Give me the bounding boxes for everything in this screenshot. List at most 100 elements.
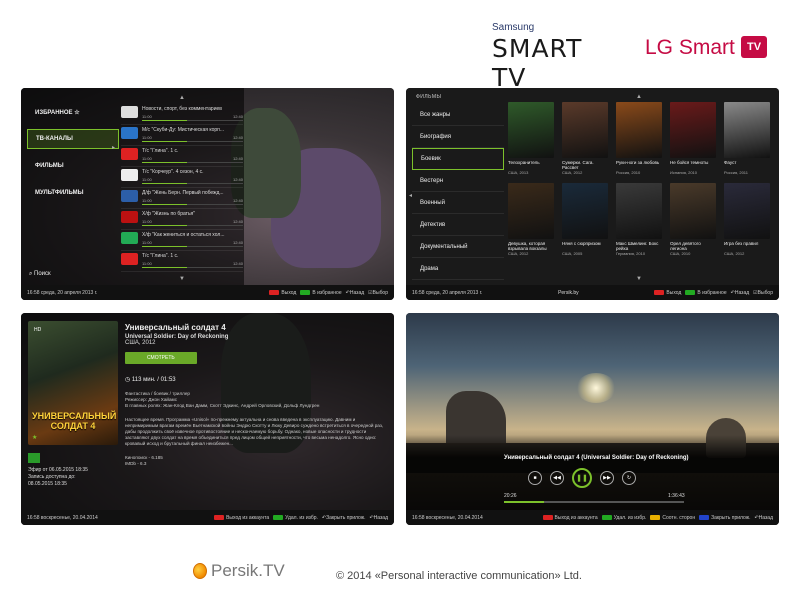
channel-info: Т/с "Глина". 1 с. 11:00 12:40 (142, 253, 243, 268)
channel-row[interactable]: Т/с "Глина". 1 с. 11:00 12:40 (121, 146, 243, 167)
movie-poster-card[interactable]: Макс Шмелинг. Бокс рейха Германия, 2010 (616, 183, 662, 256)
scroll-up-icon[interactable]: ▲ (179, 95, 185, 101)
hd-badge: HD (34, 327, 42, 333)
hint-select[interactable]: ☑ Выбор (368, 290, 388, 296)
genre-item[interactable]: Детектив (412, 214, 504, 236)
hint-back[interactable]: ↶ Назад (731, 290, 750, 296)
genre-item[interactable]: Биография (412, 126, 504, 148)
red-key-icon (654, 290, 665, 295)
stop-icon[interactable]: ■ (528, 471, 542, 485)
hint-back[interactable]: ↶ Назад (346, 290, 365, 296)
video-sun (576, 373, 616, 403)
hint-close-app[interactable]: ↶ Закрыть прилож. (322, 515, 366, 521)
lg-smart-tv-logo: LG Smart TV (645, 34, 775, 64)
program-progress (142, 246, 243, 247)
rewind-icon[interactable]: ◀◀ (550, 471, 564, 485)
program-times: 11:00 12:40 (142, 135, 243, 140)
channel-row[interactable]: Д/ф "Жень Берн. Первый побежд... 11:00 12:… (121, 188, 243, 209)
samsung-smart-tv-logo: Samsung SMART TV (492, 22, 612, 92)
movie-poster-card[interactable]: Не бойся темноты Испания, 2010 (670, 102, 716, 175)
search-button[interactable]: ⌕ Поиск (29, 271, 51, 278)
channel-row[interactable]: Новости, спорт, без комментариев 11:00 12:… (121, 104, 243, 125)
hint-remove-favorite[interactable]: Удал. из избр. (273, 515, 318, 521)
channel-row[interactable]: Т/с "Глина". 1 с. 11:00 12:40 (121, 251, 243, 272)
movie-poster-card[interactable]: Няня с сюрпризом США, 2005 (562, 183, 608, 256)
scroll-up-icon[interactable]: ▲ (636, 94, 642, 100)
movie-poster-card[interactable]: Сумерки. Сага. Рассвет США, 2012 (562, 102, 608, 175)
poster-title: Макс Шмелинг. Бокс рейха (616, 241, 659, 251)
watch-button[interactable]: СМОТРЕТЬ (125, 352, 197, 364)
green-key-icon (273, 515, 284, 520)
chevron-left-icon[interactable]: ◂ (409, 192, 412, 199)
program-progress-fill (142, 225, 188, 226)
poster-meta: США, 2013 (508, 170, 529, 175)
genre-item[interactable]: Военный (412, 192, 504, 214)
genre-item[interactable]: Драма (412, 258, 504, 280)
start-time: 11:00 (142, 156, 152, 161)
channel-logo-icon (121, 253, 138, 265)
hint-back[interactable]: ↶ Назад (369, 515, 388, 521)
channel-logo-icon (121, 211, 138, 223)
hint-favorite[interactable]: В избранное (300, 290, 342, 296)
tv-icon (28, 453, 40, 463)
movie-poster-card[interactable]: Телохранитель США, 2013 (508, 102, 554, 175)
samsung-label: Samsung (492, 22, 535, 33)
program-progress-fill (142, 267, 188, 268)
hint-favorite[interactable]: В избранное (685, 290, 727, 296)
channel-row[interactable]: Х/ф "Жизнь по братья" 11:00 12:40 (121, 209, 243, 230)
movie-poster-card[interactable]: Девушка, которая взрывала вокзалы США, 20… (508, 183, 554, 256)
cast: В главных ролях: Жан-Клод Ван Дамм, Скот… (125, 403, 320, 408)
pause-icon[interactable]: ❚❚ (572, 468, 592, 488)
start-time: 11:00 (142, 198, 152, 203)
hint-remove-favorite[interactable]: Удал. из избр. (601, 515, 646, 521)
genre-item[interactable]: Все жанры (412, 104, 504, 126)
end-time: 12:40 (232, 114, 243, 119)
movie-poster-card[interactable]: Руки-ноги за любовь Россия, 2010 (616, 102, 662, 175)
hint-logout[interactable]: Выход из аккаунта (214, 515, 269, 521)
red-key-icon (214, 515, 225, 520)
hint-logout[interactable]: Выход из аккаунта (542, 515, 598, 521)
hint-aspect-ratio[interactable]: Соотн. сторон (650, 515, 695, 521)
movie-poster-card[interactable]: Орел девятого легиона США, 2010 (670, 183, 716, 256)
channel-row[interactable]: М/с "Скуби-Ду: Мистическая корп... 11:00 1… (121, 125, 243, 146)
program-progress-fill (142, 204, 188, 205)
hint-exit[interactable]: Выход (269, 290, 296, 296)
menu-item-cartoons[interactable]: МУЛЬТФИЛЬМЫ (27, 183, 119, 203)
poster-image (562, 102, 608, 158)
progress-fill (504, 501, 544, 503)
channel-row[interactable]: Т/с "Корчеур". 4 сезон, 4 с. 11:00 12:40 (121, 167, 243, 188)
genre-item[interactable]: Вестерн (412, 170, 504, 192)
end-time: 12:40 (232, 198, 243, 203)
program-progress-fill (142, 183, 188, 184)
yellow-key-icon (650, 515, 661, 520)
menu-item-favorites[interactable]: ИЗБРАННОЕ ☆ (27, 102, 119, 122)
scroll-down-icon[interactable]: ▼ (179, 276, 185, 282)
hint-exit[interactable]: Выход (654, 290, 681, 296)
program-title: Новости, спорт, без комментариев (142, 106, 222, 112)
channel-info: Х/ф "Как жениться и остаться хол... 11:00… (142, 232, 243, 247)
scroll-down-icon[interactable]: ▼ (636, 276, 642, 282)
program-progress-fill (142, 120, 188, 121)
genre-item[interactable]: Боевик (412, 148, 504, 170)
channel-logo-icon (121, 169, 138, 181)
now-playing-title: Универсальный солдат 4 (Universal Soldie… (504, 455, 689, 461)
hint-select[interactable]: ☑ Выбор (753, 290, 773, 296)
fast-forward-icon[interactable]: ▶▶ (600, 471, 614, 485)
program-progress (142, 183, 243, 184)
poster-title: Не бойся темноты (670, 160, 709, 165)
hint-close-app[interactable]: Закрыть прилож. (699, 515, 750, 521)
genre-item[interactable]: Документальный (412, 236, 504, 258)
channel-list: Новости, спорт, без комментариев 11:00 12:… (121, 104, 243, 272)
menu-item-tv-channels[interactable]: ТВ-КАНАЛЫ (27, 129, 119, 149)
available-date: 08.05.2015 18:35 (28, 481, 67, 487)
replay-icon[interactable]: ↻ (622, 471, 636, 485)
movie-poster-card[interactable]: Фауст Россия, 2011 (724, 102, 770, 175)
movie-poster-card[interactable]: Игра без правил США, 2012 (724, 183, 770, 256)
progress-track[interactable] (504, 501, 684, 503)
channel-logo-icon (121, 232, 138, 244)
menu-item-movies[interactable]: ФИЛЬМЫ (27, 156, 119, 176)
channel-row[interactable]: Х/ф "Как жениться и остаться хол... 11:00… (121, 230, 243, 251)
poster-title: УНИВЕРСАЛЬНЫЙ СОЛДАТ 4 (32, 411, 117, 431)
hint-back[interactable]: ↶ Назад (754, 515, 773, 521)
end-time: 12:40 (232, 261, 243, 266)
